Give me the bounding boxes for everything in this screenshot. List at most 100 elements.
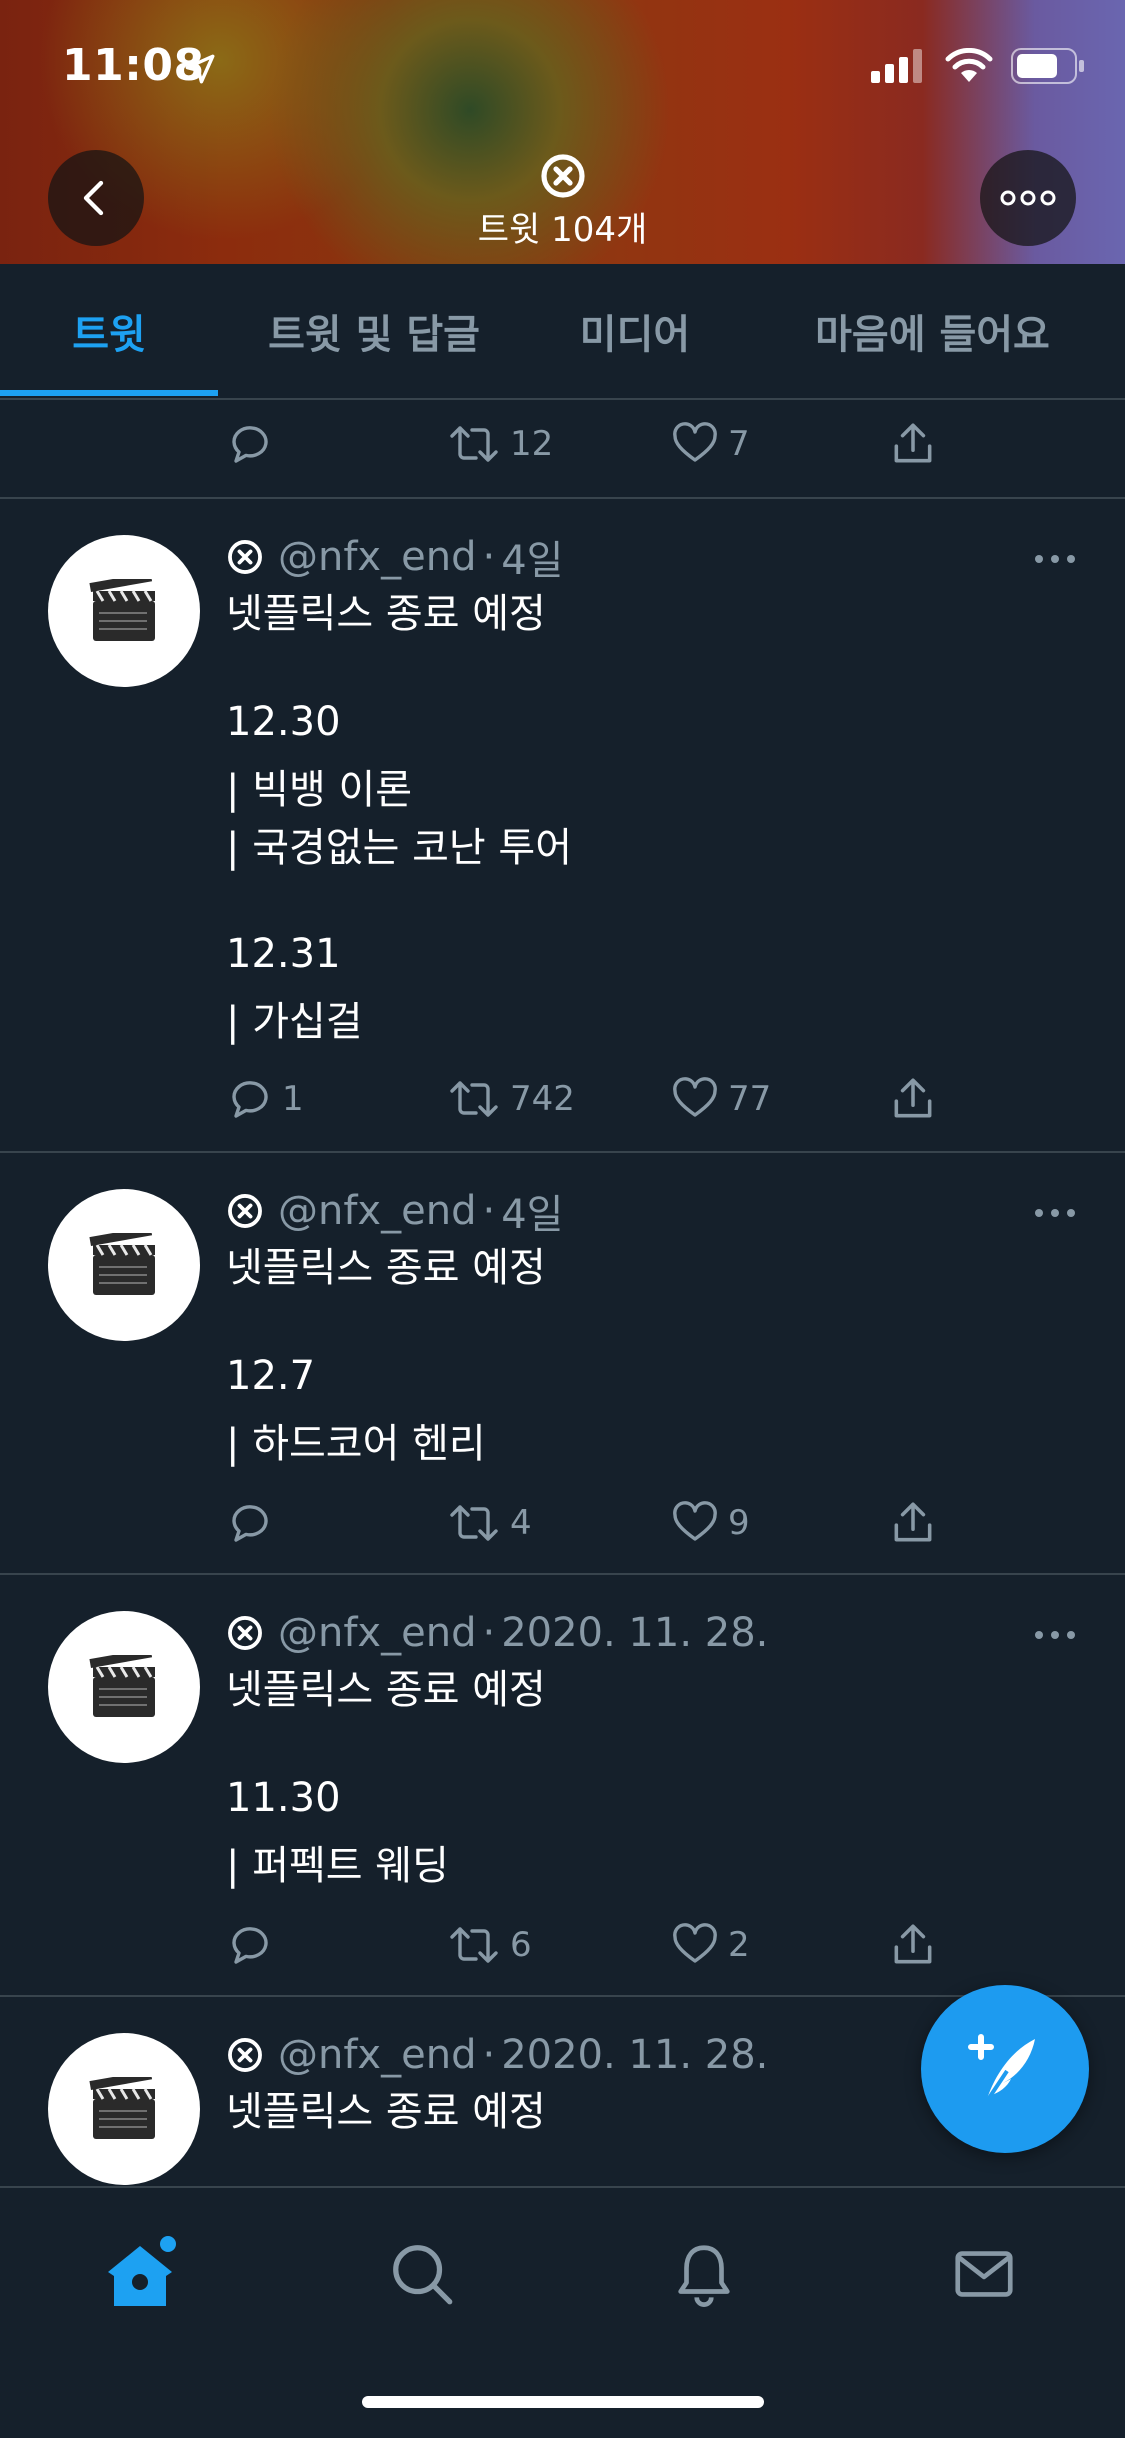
handle[interactable]: @nfx_end	[278, 2032, 476, 2078]
tab-tweets-and-replies[interactable]: 트윗 및 답글	[218, 264, 530, 398]
share-button[interactable]	[888, 1915, 938, 1975]
search-icon	[393, 2245, 453, 2305]
tweet[interactable]: @nfx_end · 4일 넷플릭스 종료 예정 12.7 | 하드코어 헨리 …	[0, 1151, 1125, 1575]
nav-notifications[interactable]	[664, 2234, 744, 2314]
share-icon	[894, 1078, 932, 1118]
tweet-more-button[interactable]	[1035, 1209, 1075, 1217]
retweet-button[interactable]: 742	[446, 1069, 575, 1129]
reply-icon	[232, 1927, 268, 1964]
wifi-icon	[945, 48, 993, 82]
tab-likes[interactable]: 마음에 들어요	[740, 264, 1125, 398]
retweet-button[interactable]: 6	[446, 1915, 532, 1975]
separator: ·	[482, 1188, 496, 1234]
separator: ·	[482, 1610, 496, 1656]
share-icon	[894, 423, 932, 463]
reply-icon	[232, 1505, 268, 1542]
tweet-text-line: | 하드코어 헨리	[226, 1421, 486, 1467]
nav-home[interactable]	[100, 2234, 180, 2314]
tweet-more-button[interactable]	[1035, 555, 1075, 563]
reply-button[interactable]	[226, 1915, 282, 1975]
clapperboard-icon	[89, 2077, 155, 2139]
handle[interactable]: @nfx_end	[278, 1188, 476, 1234]
retweet-icon	[450, 426, 498, 462]
share-button[interactable]	[888, 1069, 938, 1129]
signal-icon	[871, 49, 922, 83]
tweet-text-line: 11.30	[226, 1775, 341, 1821]
avatar[interactable]	[48, 1611, 200, 1763]
feather-plus-icon	[968, 2034, 1035, 2103]
tweet-text-line: 12.31	[226, 931, 341, 977]
separator: ·	[482, 534, 496, 580]
header-title-icon-wrap	[0, 152, 1125, 204]
retweet-button[interactable]: 12	[446, 414, 553, 474]
reply-button[interactable]	[226, 414, 282, 474]
retweet-icon	[450, 1927, 498, 1963]
like-button[interactable]: 77	[670, 1069, 771, 1129]
tweet-text-line: 넷플릭스 종료 예정	[226, 1667, 546, 1713]
circle-x-icon	[540, 154, 585, 198]
share-icon	[894, 1502, 932, 1542]
avatar[interactable]	[48, 2033, 200, 2185]
profile-tabs: 트윗 트윗 및 답글 미디어 마음에 들어요	[0, 264, 1125, 400]
tweet-text-line: | 가십걸	[226, 999, 363, 1045]
status-icons	[871, 48, 1085, 84]
circle-x-icon	[228, 1616, 262, 1650]
tweet-count: 트윗 104개	[477, 210, 648, 250]
more-options-button[interactable]	[980, 150, 1076, 246]
reply-button[interactable]	[226, 1493, 282, 1553]
reply-icon	[232, 426, 268, 463]
heart-icon	[673, 1501, 717, 1541]
like-count: 7	[728, 424, 750, 464]
timestamp: 4일	[501, 538, 564, 584]
circle-x-icon	[228, 1194, 262, 1228]
battery-icon	[1011, 48, 1084, 84]
tweet-text-line: 12.7	[226, 1353, 316, 1399]
clapperboard-icon	[89, 1655, 155, 1717]
reply-button[interactable]: 1	[226, 1069, 304, 1129]
heart-icon	[673, 1923, 717, 1963]
tweet-actions: 6 2	[226, 1915, 986, 1975]
avatar[interactable]	[48, 1189, 200, 1341]
like-button[interactable]: 2	[670, 1915, 750, 1975]
tweet-text-line: 넷플릭스 종료 예정	[226, 2089, 546, 2135]
tab-tweets[interactable]: 트윗	[0, 264, 218, 398]
tweet-text-line: 12.30	[226, 699, 341, 745]
tweet-text-line: 넷플릭스 종료 예정	[226, 591, 546, 637]
retweet-count: 4	[510, 1503, 532, 1543]
compose-tweet-button[interactable]	[921, 1985, 1089, 2153]
share-button[interactable]	[888, 414, 938, 474]
heart-icon	[673, 422, 717, 462]
tweet-actions: 4 9	[226, 1493, 986, 1553]
tweet[interactable]: @nfx_end · 2020. 11. 28. 넷플릭스 종료 예정 11.3…	[0, 1573, 1125, 1997]
partial-tweet-actions: 12 7	[226, 414, 986, 474]
nav-messages[interactable]	[944, 2234, 1024, 2314]
avatar[interactable]	[48, 535, 200, 687]
retweet-count: 12	[510, 424, 554, 464]
heart-icon	[673, 1077, 717, 1117]
like-count: 77	[728, 1079, 772, 1119]
tweet-actions: 1 742 77	[226, 1069, 986, 1129]
timestamp: 2020. 11. 28.	[501, 2032, 769, 2078]
tweet[interactable]: @nfx_end · 4일 넷플릭스 종료 예정 12.30 | 빅뱅 이론 |…	[0, 497, 1125, 1153]
bell-icon	[678, 2245, 730, 2307]
tweet-more-button[interactable]	[1035, 1631, 1075, 1639]
handle[interactable]: @nfx_end	[278, 534, 476, 580]
home-indicator	[362, 2396, 764, 2408]
reply-icon	[232, 1081, 268, 1118]
like-button[interactable]: 9	[670, 1493, 750, 1553]
handle[interactable]: @nfx_end	[278, 1610, 476, 1656]
reply-count: 1	[282, 1079, 304, 1119]
nav-search[interactable]	[382, 2234, 462, 2314]
like-count: 2	[728, 1925, 750, 1965]
retweet-icon	[450, 1081, 498, 1117]
tab-media[interactable]: 미디어	[530, 264, 740, 398]
like-count: 9	[728, 1503, 750, 1543]
retweet-icon	[450, 1505, 498, 1541]
retweet-button[interactable]: 4	[446, 1493, 532, 1553]
clapperboard-icon	[89, 579, 155, 641]
share-button[interactable]	[888, 1493, 938, 1553]
circle-x-icon	[228, 540, 262, 574]
timestamp: 4일	[501, 1192, 564, 1238]
tweet-text-line: | 퍼펙트 웨딩	[226, 1843, 449, 1889]
like-button[interactable]: 7	[670, 414, 750, 474]
